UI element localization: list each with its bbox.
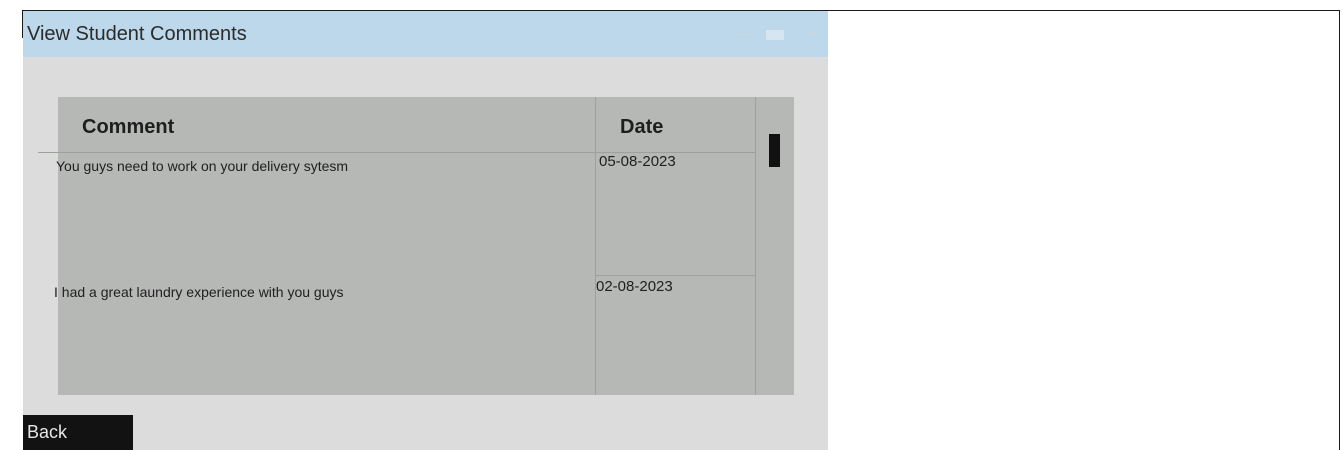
minimize-icon[interactable]: [734, 25, 756, 43]
column-divider: [595, 97, 596, 395]
comments-window: View Student Comments × Comment Date You…: [23, 11, 828, 450]
back-button[interactable]: Back: [23, 415, 133, 450]
close-icon[interactable]: ×: [804, 25, 822, 43]
date-cell: 05-08-2023: [599, 153, 676, 170]
maximize-icon[interactable]: [765, 25, 785, 43]
column-header-comment: Comment: [82, 116, 175, 138]
row-separator: [595, 275, 755, 276]
column-header-date: Date: [620, 116, 664, 138]
title-bar: View Student Comments ×: [23, 11, 828, 57]
column-divider: [755, 97, 756, 395]
comments-table: Comment Date You guys need to work on yo…: [38, 97, 794, 395]
comment-cell: I had a great laundry experience with yo…: [54, 284, 344, 300]
date-cell: 02-08-2023: [596, 278, 673, 295]
comment-cell: You guys need to work on your delivery s…: [56, 158, 349, 174]
scrollbar-thumb[interactable]: [769, 134, 780, 167]
window-title: View Student Comments: [27, 23, 247, 45]
